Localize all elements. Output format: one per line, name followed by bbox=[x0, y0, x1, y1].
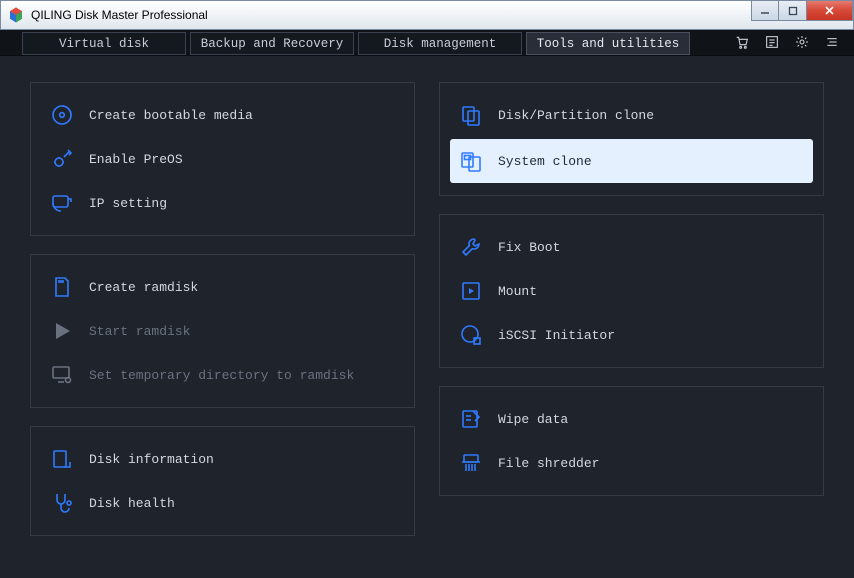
play-icon bbox=[49, 318, 75, 344]
group-disk-info: Disk information Disk health bbox=[30, 426, 415, 536]
item-create-bootable[interactable]: Create bootable media bbox=[45, 93, 400, 137]
group-boot-net: Create bootable media Enable PreOS IP se… bbox=[30, 82, 415, 236]
item-ip-setting[interactable]: IP setting bbox=[45, 181, 400, 225]
item-label: Start ramdisk bbox=[89, 324, 190, 339]
mount-icon bbox=[458, 278, 484, 304]
title-bar: QILING Disk Master Professional bbox=[0, 0, 854, 30]
item-label: Enable PreOS bbox=[89, 152, 183, 167]
maximize-button[interactable] bbox=[779, 1, 807, 21]
gear-icon[interactable] bbox=[794, 34, 810, 53]
wipe-icon bbox=[458, 406, 484, 432]
item-label: Disk information bbox=[89, 452, 214, 467]
item-label: IP setting bbox=[89, 196, 167, 211]
item-fix-boot[interactable]: Fix Boot bbox=[454, 225, 809, 269]
item-label: iSCSI Initiator bbox=[498, 328, 615, 343]
app-logo-icon bbox=[7, 6, 25, 24]
item-disk-information[interactable]: Disk information bbox=[45, 437, 400, 481]
item-label: Mount bbox=[498, 284, 537, 299]
wrench-icon bbox=[458, 234, 484, 260]
shredder-icon bbox=[458, 450, 484, 476]
item-enable-preos[interactable]: Enable PreOS bbox=[45, 137, 400, 181]
item-tmpdir-ramdisk: Set temporary directory to ramdisk bbox=[45, 353, 400, 397]
item-label: Wipe data bbox=[498, 412, 568, 427]
item-disk-partition-clone[interactable]: Disk/Partition clone bbox=[454, 93, 809, 137]
item-label: Create bootable media bbox=[89, 108, 253, 123]
item-label: File shredder bbox=[498, 456, 599, 471]
monitor-gear-icon bbox=[49, 362, 75, 388]
item-mount[interactable]: Mount bbox=[454, 269, 809, 313]
left-column: Create bootable media Enable PreOS IP se… bbox=[30, 82, 415, 558]
iscsi-icon bbox=[458, 322, 484, 348]
menu-icon[interactable] bbox=[824, 34, 840, 53]
group-ramdisk: Create ramdisk Start ramdisk Set tempora… bbox=[30, 254, 415, 408]
minimize-button[interactable] bbox=[751, 1, 779, 21]
right-column: Disk/Partition clone System clone Fix Bo… bbox=[439, 82, 824, 558]
window-controls bbox=[751, 1, 853, 21]
tab-backup-recovery[interactable]: Backup and Recovery bbox=[190, 32, 354, 55]
item-label: Disk health bbox=[89, 496, 175, 511]
item-file-shredder[interactable]: File shredder bbox=[454, 441, 809, 485]
item-iscsi[interactable]: iSCSI Initiator bbox=[454, 313, 809, 357]
monitor-ip-icon bbox=[49, 190, 75, 216]
item-label: Create ramdisk bbox=[89, 280, 198, 295]
item-wipe-data[interactable]: Wipe data bbox=[454, 397, 809, 441]
item-label: Disk/Partition clone bbox=[498, 108, 654, 123]
tab-virtual-disk[interactable]: Virtual disk bbox=[22, 32, 186, 55]
system-clone-icon bbox=[458, 148, 484, 174]
disk-info-icon bbox=[49, 446, 75, 472]
window-title: QILING Disk Master Professional bbox=[31, 8, 208, 22]
group-wipe: Wipe data File shredder bbox=[439, 386, 824, 496]
disc-icon bbox=[49, 102, 75, 128]
item-label: Set temporary directory to ramdisk bbox=[89, 368, 354, 383]
clone-icon bbox=[458, 102, 484, 128]
sdcard-icon bbox=[49, 274, 75, 300]
group-clone: Disk/Partition clone System clone bbox=[439, 82, 824, 196]
cart-icon[interactable] bbox=[734, 34, 750, 53]
main-area: Create bootable media Enable PreOS IP se… bbox=[0, 56, 854, 578]
tab-disk-management[interactable]: Disk management bbox=[358, 32, 522, 55]
item-disk-health[interactable]: Disk health bbox=[45, 481, 400, 525]
item-label: System clone bbox=[498, 154, 592, 169]
group-boot-mount: Fix Boot Mount iSCSI Initiator bbox=[439, 214, 824, 368]
item-label: Fix Boot bbox=[498, 240, 560, 255]
top-nav: Virtual disk Backup and Recovery Disk ma… bbox=[0, 30, 854, 56]
item-create-ramdisk[interactable]: Create ramdisk bbox=[45, 265, 400, 309]
tab-tools-utilities[interactable]: Tools and utilities bbox=[526, 32, 690, 55]
item-start-ramdisk: Start ramdisk bbox=[45, 309, 400, 353]
close-button[interactable] bbox=[807, 1, 853, 21]
log-icon[interactable] bbox=[764, 34, 780, 53]
item-system-clone[interactable]: System clone bbox=[450, 139, 813, 183]
stethoscope-icon bbox=[49, 490, 75, 516]
gear-wrench-icon bbox=[49, 146, 75, 172]
